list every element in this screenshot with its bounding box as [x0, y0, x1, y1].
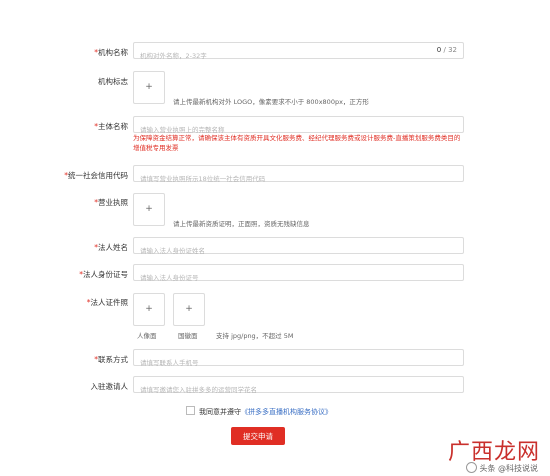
org-logo-label: 机构标志: [98, 77, 128, 86]
org-name-field[interactable]: 0 / 32: [133, 42, 464, 64]
legal-name-field[interactable]: [133, 237, 464, 259]
agreement-checkbox[interactable]: [186, 406, 195, 415]
logo-upload-button[interactable]: +: [133, 71, 165, 104]
agreement-text: 我同意并遵守: [199, 408, 241, 416]
id-upload-hint: 支持 jpg/png，不超过 5M: [216, 332, 294, 340]
credit-code-label: *统一社会信用代码: [64, 171, 128, 180]
legal-docs-label: *法人证件照: [86, 298, 128, 307]
contact-input[interactable]: [134, 355, 463, 371]
plus-icon: +: [145, 82, 153, 92]
watermark-caption: 头条 @科技说说: [466, 462, 538, 474]
org-name-input[interactable]: [134, 48, 463, 64]
contact-field[interactable]: [133, 349, 464, 371]
inviter-label: 入驻邀请人: [90, 382, 129, 391]
plus-icon: +: [145, 304, 153, 314]
agreement-link[interactable]: 《拼多多直播机构服务协议》: [241, 408, 332, 416]
legal-name-label: *法人姓名: [94, 243, 128, 252]
char-counter: 0 / 32: [436, 46, 457, 54]
inviter-input[interactable]: [134, 382, 463, 398]
legal-id-input[interactable]: [134, 270, 463, 286]
inviter-field[interactable]: [133, 376, 464, 398]
agreement-row: 我同意并遵守《拼多多直播机构服务协议》: [186, 406, 332, 417]
license-upload-button[interactable]: +: [133, 193, 165, 226]
logo-hint: 请上传最新机构对外 LOGO，像素要求不小于 800x800px，正方形: [173, 98, 369, 106]
legal-id-field[interactable]: [133, 264, 464, 286]
entity-name-field[interactable]: [133, 116, 464, 138]
credit-code-input[interactable]: [134, 171, 463, 187]
id-back-caption: 国徽面: [178, 332, 198, 340]
submit-button[interactable]: 提交申请: [231, 427, 285, 445]
legal-id-label: *法人身份证号: [79, 270, 128, 279]
contact-label: *联系方式: [94, 355, 128, 364]
license-label: *营业执照: [94, 198, 128, 207]
license-hint: 请上传最新资质证明，正面照，资质无残缺信息: [173, 220, 310, 228]
plus-icon: +: [185, 304, 193, 314]
id-front-caption: 人像面: [137, 332, 157, 340]
id-front-upload-button[interactable]: +: [133, 293, 165, 326]
id-back-upload-button[interactable]: +: [173, 293, 205, 326]
legal-name-input[interactable]: [134, 243, 463, 259]
invoice-warning: 为保障资金结算正常，请确保该主体有资质开具文化服务费、经纪代理服务费或设计服务费…: [133, 134, 461, 152]
entity-name-label: *主体名称: [94, 122, 128, 131]
credit-code-field[interactable]: [133, 165, 464, 187]
watermark: 广西龙网 头条 @科技说说: [422, 434, 540, 474]
org-name-label: *机构名称: [94, 48, 128, 57]
plus-icon: +: [145, 204, 153, 214]
account-icon: [466, 462, 478, 473]
